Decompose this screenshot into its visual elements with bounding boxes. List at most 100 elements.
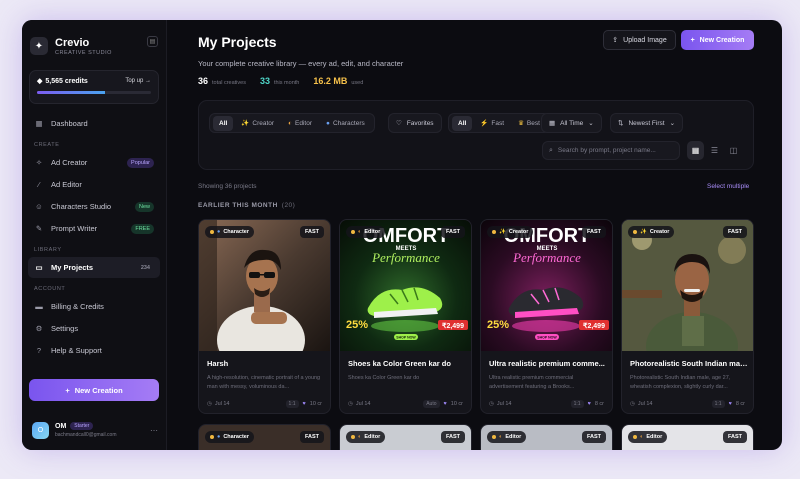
quality-all[interactable]: All — [452, 115, 473, 131]
thumbnail[interactable]: OMFORT MEETS Performance 25% ₹2,499 SHOP… — [481, 220, 612, 351]
format-pill: 1:1 — [285, 400, 299, 408]
heart-icon[interactable]: ♥ — [303, 401, 306, 407]
filter-all[interactable]: All — [213, 115, 234, 131]
sidebar-item-settings[interactable]: ⚙ Settings — [28, 318, 160, 339]
brand[interactable]: ✦ Crevio CREATIVE STUDIO — [22, 20, 166, 60]
heart-icon[interactable]: ♥ — [588, 401, 591, 407]
plan-badge: Starter — [70, 422, 94, 430]
view-toggle: ▦ ☰ ◫ — [687, 141, 742, 160]
sidebar-item-characters-studio[interactable]: ☺ Characters Studio New — [28, 196, 160, 217]
clock-icon: ◷ — [348, 401, 353, 407]
type-tag: ✨ Creator — [628, 226, 675, 238]
select-multiple-link[interactable]: Select multiple — [707, 183, 749, 190]
favorites-filter[interactable]: ♡ Favorites — [388, 113, 442, 133]
plus-icon: + — [65, 385, 70, 395]
grid-view-icon[interactable]: ▦ — [687, 141, 704, 160]
credits-label: 5,565 credits — [45, 77, 88, 85]
card-date: ◷ Jul 14 — [207, 401, 230, 407]
section-create: CREATE — [34, 142, 60, 148]
filter-characters[interactable]: ● Characters — [320, 116, 371, 131]
sidebar-item-ad-editor[interactable]: ⁄ Ad Editor — [28, 174, 160, 195]
sidebar-item-label: Characters Studio — [51, 202, 112, 211]
status-dot-icon — [210, 230, 214, 234]
free-badge: FREE — [131, 223, 154, 234]
chevron-down-icon: ⌄ — [669, 120, 676, 127]
credits-progress — [37, 91, 151, 94]
project-card[interactable]: ● Character FAST Harsh A high-resolution… — [198, 219, 331, 414]
time-select[interactable]: ▦ All Time ⌄ — [541, 113, 602, 133]
user-name: OM — [55, 422, 67, 430]
sidebar-item-label: Ad Editor — [51, 180, 82, 189]
date-label: Jul 14 — [355, 401, 371, 407]
card-date: ◷ Jul 14 — [630, 401, 653, 407]
pen-icon: ✎ — [35, 224, 43, 233]
sidebar: ✦ Crevio CREATIVE STUDIO ▤ ◆ 5,565 credi… — [22, 20, 167, 450]
man-portrait-image — [622, 220, 753, 351]
ad-tagline: Performance — [512, 250, 581, 265]
date-label: Jul 14 — [637, 401, 653, 407]
new-creation-button[interactable]: + New Creation — [681, 30, 754, 50]
person-icon: ● — [326, 119, 330, 127]
ad-tagline: Performance — [371, 250, 440, 265]
type-label: Editor — [364, 434, 381, 440]
sort-select[interactable]: ⇅ Newest First ⌄ — [610, 113, 684, 133]
project-card[interactable]: ◐ Editor FAST — [339, 424, 472, 450]
status-dot-icon — [351, 230, 355, 234]
heart-icon[interactable]: ♥ — [729, 401, 732, 407]
sidebar-item-label: Dashboard — [51, 119, 88, 128]
project-card[interactable]: OMFORT MEETS Performance 25% ₹2,499 SHOP… — [480, 219, 613, 414]
thumbnail[interactable] — [622, 220, 753, 351]
format-pill: Auto — [423, 400, 440, 408]
search-input[interactable] — [557, 147, 668, 154]
sidebar-item-my-projects[interactable]: ▭ My Projects 234 — [28, 257, 160, 278]
chip-label: Best — [526, 119, 540, 127]
cost-label: 10 cr — [450, 401, 463, 407]
speed-tag: FAST — [581, 226, 606, 238]
list-view-icon[interactable]: ☰ — [706, 141, 723, 160]
palette-icon: ◐ — [288, 119, 293, 127]
search-field: ⌕ — [542, 141, 680, 160]
card-description: A high-resolution, cinematic portrait of… — [207, 375, 321, 390]
project-card[interactable]: ✨ Creator FAST Photorealistic South Indi… — [621, 219, 754, 414]
stat-value: 36 — [198, 76, 209, 86]
thumbnail[interactable] — [199, 220, 330, 351]
sidebar-item-ad-creator[interactable]: ✧ Ad Creator Popular — [28, 152, 160, 173]
stat-month: 33 this month — [260, 76, 299, 86]
sidebar-item-prompt-writer[interactable]: ✎ Prompt Writer FREE — [28, 218, 160, 239]
project-card[interactable]: OMFORT MEETS Performance 25% ₹2,499 SHOP… — [339, 219, 472, 414]
top-up-link[interactable]: Top up → — [125, 78, 151, 84]
more-icon[interactable]: ⋯ — [150, 426, 158, 435]
type-tag: ● Character — [205, 226, 255, 238]
thumbnail[interactable]: OMFORT MEETS Performance 25% ₹2,499 SHOP… — [340, 220, 471, 351]
spark-icon: ✦ — [30, 37, 48, 55]
upload-image-button[interactable]: ⇪ Upload Image — [603, 30, 676, 50]
portrait-image — [199, 220, 330, 351]
card-description: Photorealistic South Indian male, age 27… — [630, 375, 731, 390]
card-meta: 1:1 ♥ 8 cr — [570, 400, 604, 408]
user-profile[interactable]: O OM Starter bachmandcall0@gmail.com ⋯ — [32, 418, 158, 442]
quality-fast[interactable]: ⚡ Fast — [474, 116, 510, 131]
users-icon: ☺ — [35, 202, 43, 211]
filter-editor[interactable]: ◐ Editor — [282, 116, 318, 131]
palette-icon: ◐ — [640, 434, 644, 440]
status-dot-icon — [492, 435, 496, 439]
sparkle-icon: ✧ — [35, 158, 43, 167]
project-card[interactable]: ◐ Editor FAST — [621, 424, 754, 450]
split-view-icon[interactable]: ◫ — [725, 141, 742, 160]
project-card[interactable]: ● Character FAST — [198, 424, 331, 450]
sidebar-new-creation-button[interactable]: + New Creation — [29, 379, 159, 401]
collapse-sidebar-icon[interactable]: ▤ — [147, 36, 158, 47]
chevron-down-icon: ⌄ — [588, 120, 594, 127]
credits-card: ◆ 5,565 credits Top up → — [29, 70, 159, 104]
sidebar-item-help[interactable]: ? Help & Support — [28, 340, 160, 361]
heart-icon[interactable]: ♥ — [444, 401, 447, 407]
section-library: LIBRARY — [34, 247, 62, 253]
sidebar-item-dashboard[interactable]: ▦ Dashboard — [28, 113, 160, 134]
project-card[interactable]: ◐ Editor FAST — [480, 424, 613, 450]
sidebar-item-billing[interactable]: ▬ Billing & Credits — [28, 296, 160, 317]
type-label: Editor — [364, 229, 381, 235]
quality-filter: All ⚡ Fast ♛ Best — [448, 113, 550, 133]
filter-creator[interactable]: ✨ Creator — [235, 116, 280, 131]
sort-icon: ⇅ — [618, 120, 624, 127]
ad-price: ₹2,499 — [442, 322, 464, 330]
